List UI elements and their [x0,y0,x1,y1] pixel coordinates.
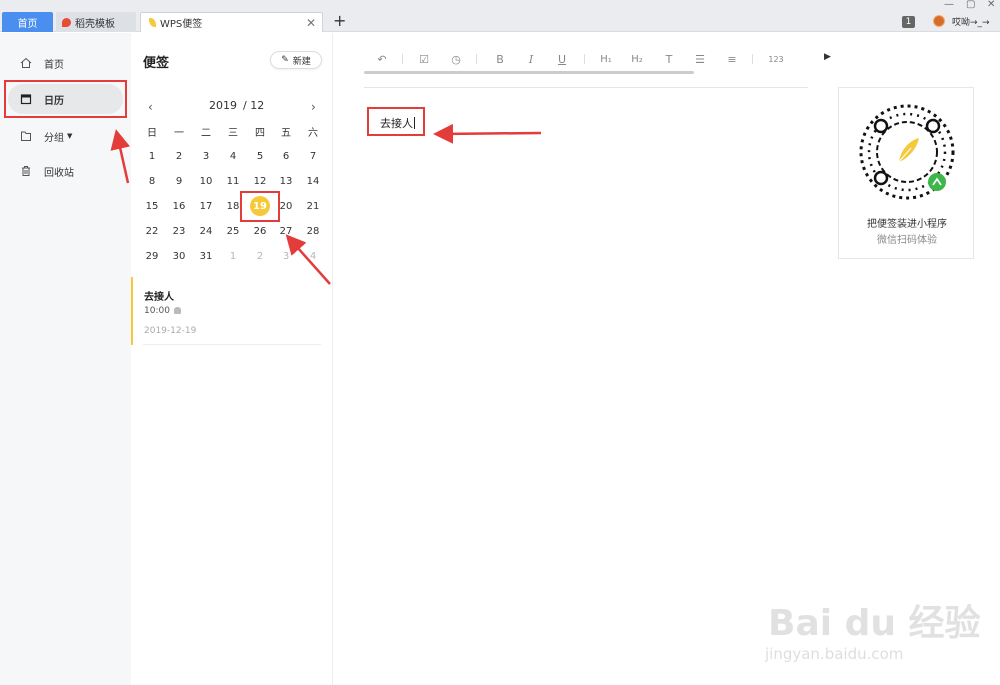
watermark-url: jingyan.baidu.com [765,645,904,663]
watermark: Bai du 经验 [768,603,981,644]
arrow-to-calendar [110,129,131,184]
annotation-arrows [110,123,542,285]
arrow-to-editor [433,123,542,144]
arrow-to-day [285,234,331,285]
